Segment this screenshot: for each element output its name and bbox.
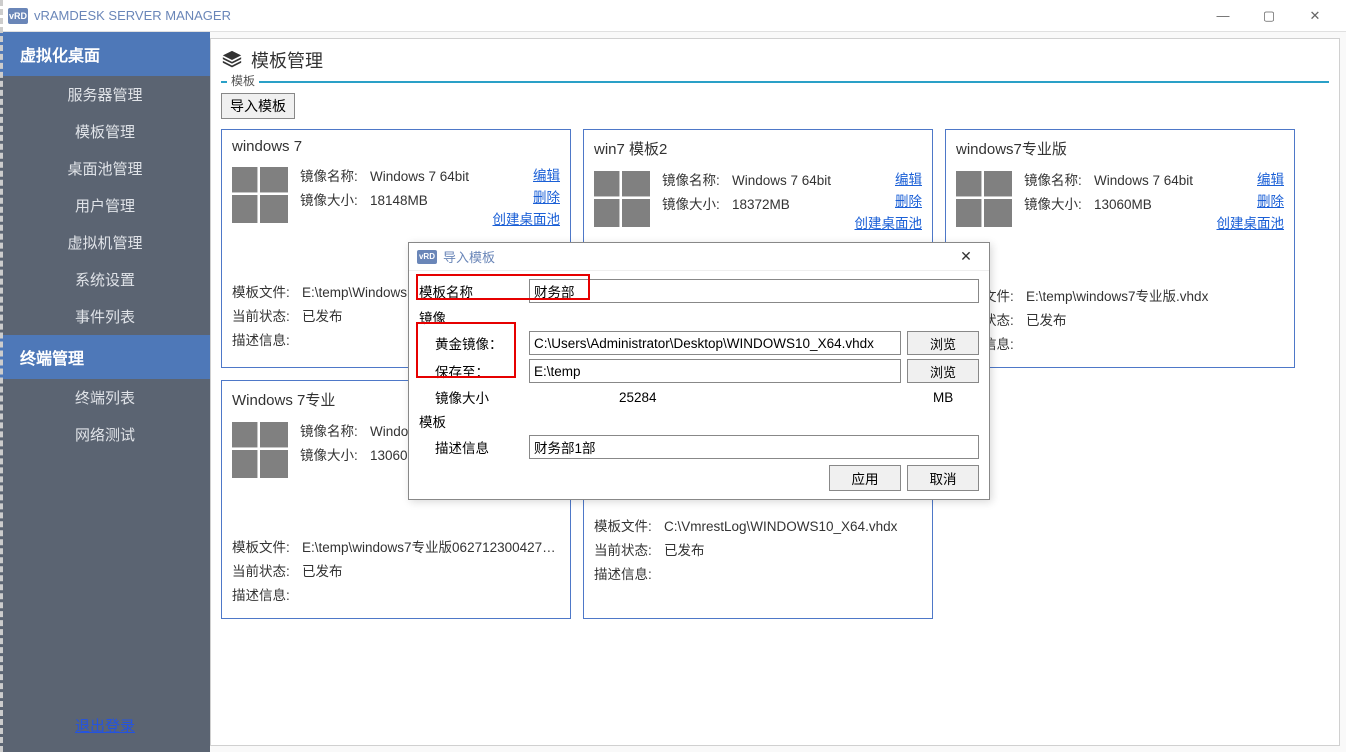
sidebar-item-user-mgmt[interactable]: 用户管理 <box>0 187 210 224</box>
edit-link[interactable]: 编辑 <box>533 165 560 187</box>
template-name-input[interactable] <box>529 279 979 303</box>
app-title: vRAMDESK SERVER MANAGER <box>34 8 231 23</box>
group-label-image: 镜像 <box>419 307 979 327</box>
card-title: win7 模板2 <box>594 138 922 159</box>
delete-link[interactable]: 删除 <box>1257 191 1284 213</box>
value-image-size: 18148MB <box>370 193 428 208</box>
window-maximize-button[interactable]: ▢ <box>1246 0 1292 32</box>
logout-area: 退出登录 <box>0 705 210 752</box>
windows-logo-icon <box>956 169 1024 235</box>
label-desc: 描述信息: <box>232 584 302 608</box>
template-card: windows7专业版镜像名称:Windows 7 64bit镜像大小:1306… <box>945 129 1295 368</box>
value-template-file: C:\VmrestLog\WINDOWS10_X64.vhdx <box>664 519 897 534</box>
label-template-file: 模板文件: <box>594 515 664 539</box>
template-stack-icon <box>221 49 243 71</box>
create-pool-link[interactable]: 创建桌面池 <box>1217 213 1285 235</box>
label-desc: 描述信息: <box>232 329 302 353</box>
value-image-name: Windows 7 64bit <box>1094 173 1193 188</box>
label-desc: 描述信息: <box>594 563 664 587</box>
label-status: 当前状态: <box>594 539 664 563</box>
label-desc: 描述信息 <box>435 437 529 457</box>
logout-link[interactable]: 退出登录 <box>75 718 135 735</box>
window-close-button[interactable]: ✕ <box>1292 0 1338 32</box>
value-image-size: 18372MB <box>732 197 790 212</box>
dialog-logo-icon: vRD <box>417 250 437 264</box>
windows-logo-icon <box>232 420 300 486</box>
label-template-file: 模板文件: <box>232 281 302 305</box>
label-gold-image: 黄金镜像： <box>435 333 529 353</box>
desc-input[interactable] <box>529 435 979 459</box>
window-edge-decoration <box>0 0 3 752</box>
create-pool-link[interactable]: 创建桌面池 <box>493 209 561 231</box>
label-image-name: 镜像名称: <box>1024 169 1094 193</box>
label-status: 当前状态: <box>232 560 302 584</box>
dialog-title: 导入模板 <box>443 247 495 266</box>
value-status: 已发布 <box>302 309 343 324</box>
label-status: 当前状态: <box>232 305 302 329</box>
label-image-size: 镜像大小: <box>662 193 732 217</box>
save-to-input[interactable] <box>529 359 901 383</box>
sidebar-group-virtual-desktop: 虚拟化桌面 <box>0 32 210 76</box>
section-divider <box>221 81 1329 83</box>
label-image-size: 镜像大小: <box>1024 193 1094 217</box>
value-status: 已发布 <box>302 564 343 579</box>
sidebar-item-network-test[interactable]: 网络测试 <box>0 416 210 453</box>
delete-link[interactable]: 删除 <box>533 187 560 209</box>
label-template-name: 模板名称 <box>419 281 529 301</box>
value-status: 已发布 <box>664 543 705 558</box>
gold-image-input[interactable] <box>529 331 901 355</box>
window-minimize-button[interactable]: — <box>1200 0 1246 32</box>
browse-gold-image-button[interactable]: 浏览 <box>907 331 979 355</box>
sidebar-item-event-list[interactable]: 事件列表 <box>0 298 210 335</box>
sidebar-item-template-mgmt[interactable]: 模板管理 <box>0 113 210 150</box>
label-save-to: 保存至： <box>435 361 529 381</box>
sidebar-group-terminal: 终端管理 <box>0 335 210 379</box>
card-title: windows7专业版 <box>956 138 1284 159</box>
value-image-name: Windows 7 64bit <box>732 173 831 188</box>
label-image-size: 镜像大小: <box>300 444 370 468</box>
page-title: 模板管理 <box>251 47 323 73</box>
app-titlebar: vRD vRAMDESK SERVER MANAGER — ▢ ✕ <box>0 0 1346 32</box>
windows-logo-icon <box>232 165 300 231</box>
section-wrapper: 模板 <box>221 81 1329 83</box>
delete-link[interactable]: 删除 <box>895 191 922 213</box>
label-template-file: 模板文件: <box>232 536 302 560</box>
value-image-size: 13060MB <box>1094 197 1152 212</box>
dialog-close-button[interactable]: ✕ <box>951 248 981 265</box>
cancel-button[interactable]: 取消 <box>907 465 979 491</box>
label-image-size: 镜像大小: <box>300 189 370 213</box>
image-size-unit: MB <box>919 390 979 405</box>
windows-logo-icon <box>594 169 662 235</box>
label-image-name: 镜像名称: <box>662 169 732 193</box>
label-image-name: 镜像名称: <box>300 420 370 444</box>
label-image-size: 镜像大小 <box>435 387 529 407</box>
sidebar: 虚拟化桌面 服务器管理 模板管理 桌面池管理 用户管理 虚拟机管理 系统设置 事… <box>0 32 210 752</box>
section-label: 模板 <box>227 72 259 89</box>
create-pool-link[interactable]: 创建桌面池 <box>855 213 923 235</box>
sidebar-item-sys-settings[interactable]: 系统设置 <box>0 261 210 298</box>
import-template-dialog: vRD 导入模板 ✕ 模板名称 镜像 黄金镜像： 浏览 保存至： 浏览 镜像大小… <box>408 242 990 500</box>
page-title-row: 模板管理 <box>221 47 1329 81</box>
sidebar-item-terminal-list[interactable]: 终端列表 <box>0 379 210 416</box>
import-template-button[interactable]: 导入模板 <box>221 93 295 119</box>
value-template-file: E:\temp\windows7专业版0627123004278.vhdx <box>302 540 560 555</box>
image-size-value: 25284 <box>529 390 919 405</box>
edit-link[interactable]: 编辑 <box>895 169 922 191</box>
dialog-titlebar: vRD 导入模板 ✕ <box>409 243 989 271</box>
value-status: 已发布 <box>1026 313 1067 328</box>
label-image-name: 镜像名称: <box>300 165 370 189</box>
sidebar-item-pool-mgmt[interactable]: 桌面池管理 <box>0 150 210 187</box>
sidebar-item-server-mgmt[interactable]: 服务器管理 <box>0 76 210 113</box>
card-title: windows 7 <box>232 138 560 155</box>
group-label-template: 模板 <box>419 411 979 431</box>
value-template-file: E:\temp\Windows <box>302 285 407 300</box>
sidebar-item-vm-mgmt[interactable]: 虚拟机管理 <box>0 224 210 261</box>
app-logo-icon: vRD <box>8 8 28 24</box>
browse-save-to-button[interactable]: 浏览 <box>907 359 979 383</box>
apply-button[interactable]: 应用 <box>829 465 901 491</box>
edit-link[interactable]: 编辑 <box>1257 169 1284 191</box>
value-image-name: Windows 7 64bit <box>370 169 469 184</box>
value-template-file: E:\temp\windows7专业版.vhdx <box>1026 289 1208 304</box>
